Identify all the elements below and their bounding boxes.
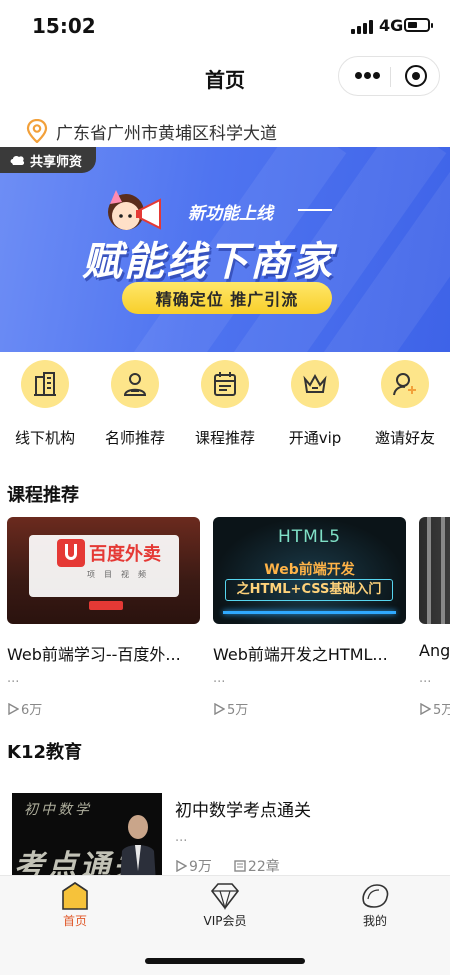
signal-icon — [351, 20, 375, 34]
quick-link-icon-bg — [291, 360, 339, 408]
thumbnail-calligraphy-small: 初中数学 — [24, 802, 92, 818]
course-carousel[interactable]: 百度外卖 项目视频 Web前端学习--百度外... ... 6万 HTML5 W… — [0, 517, 450, 722]
quick-link-label: 开通vip — [288, 429, 342, 447]
banner-tag: 共享师资 — [0, 147, 97, 173]
course-title: Ang — [419, 641, 450, 660]
teacher-icon — [123, 373, 147, 396]
course-desc: ... — [7, 671, 20, 686]
banner-headline: 赋能线下商家 — [82, 239, 334, 285]
course-plays: 6万 — [7, 699, 42, 718]
diamond-icon — [210, 883, 240, 911]
k12-section-title: K12教育 — [7, 742, 82, 763]
building-icon — [34, 372, 56, 396]
quick-link-courses[interactable]: 课程推荐 — [180, 357, 270, 457]
quick-link-icon-bg — [21, 360, 69, 408]
capsule-divider — [390, 67, 391, 87]
k12-course-title: 初中数学考点通关 — [175, 801, 311, 821]
tab-label: 我的 — [362, 914, 387, 928]
promo-banner[interactable]: 共享师资 新功能上线 赋能线下商家 精确定位 推广引流 — [0, 147, 450, 352]
banner-pill: 精确定位 推广引流 — [122, 282, 332, 314]
tab-label: VIP会员 — [203, 914, 247, 928]
courses-section-title: 课程推荐 — [7, 485, 79, 506]
course-thumbnail: 百度外卖 项目视频 — [7, 517, 200, 624]
location-address: 广东省广州市黄埔区科学大道 — [56, 123, 277, 144]
target-icon[interactable] — [405, 65, 427, 87]
course-plays-count: 5万 — [227, 703, 249, 718]
play-icon — [420, 702, 431, 715]
quick-link-label: 邀请好友 — [374, 429, 435, 447]
thumbnail-heading: HTML5 — [277, 527, 342, 547]
k12-course-plays: 9万 — [189, 859, 212, 875]
play-icon — [8, 702, 19, 715]
course-card[interactable]: 百度外卖 项目视频 Web前端学习--百度外... ... 6万 — [7, 517, 200, 718]
course-desc: ... — [419, 671, 432, 686]
calendar-icon — [214, 372, 236, 396]
home-icon — [62, 882, 88, 910]
tab-vip[interactable]: VIP会员 — [150, 876, 300, 936]
quick-links: 线下机构 名师推荐 课程推荐 开通vip 邀请好友 — [0, 357, 450, 457]
course-card[interactable]: Ang ... 5万 — [419, 517, 450, 718]
thumbnail-brand: 百度外卖 — [89, 544, 161, 565]
course-title: Web前端开发之HTML... — [213, 645, 388, 664]
quick-link-teachers[interactable]: 名师推荐 — [90, 357, 180, 457]
course-plays-count: 5万 — [433, 703, 450, 718]
location-bar[interactable]: 广东省广州市黄埔区科学大道 — [26, 118, 277, 144]
k12-course-meta: 9万 22章 — [175, 856, 280, 876]
network-label: 4G — [379, 16, 404, 35]
tab-profile[interactable]: 我的 — [300, 876, 450, 936]
play-icon — [214, 702, 225, 715]
chapters-icon — [234, 860, 246, 872]
thumbnail-panel: 百度外卖 项目视频 — [29, 535, 179, 597]
tab-label: 首页 — [62, 914, 87, 928]
tab-home[interactable]: 首页 — [0, 876, 150, 936]
course-thumbnail: HTML5 Web前端开发 之HTML+CSS基础入门 — [213, 517, 406, 624]
course-thumbnail — [419, 517, 450, 624]
course-plays: 5万 — [213, 699, 248, 718]
invite-friend-icon — [393, 373, 416, 396]
battery-icon — [404, 18, 433, 32]
banner-tag-label: 共享师资 — [30, 154, 83, 170]
k12-course-chapters: 22章 — [247, 859, 280, 875]
thumbnail-line-boxed: 之HTML+CSS基础入门 — [225, 579, 393, 601]
quick-link-icon-bg — [201, 360, 249, 408]
k12-course-thumbnail: 初中数学 考点通关 — [12, 793, 162, 883]
course-plays-count: 6万 — [21, 703, 43, 718]
status-time: 15:02 — [32, 14, 96, 38]
location-pin-icon — [26, 119, 48, 143]
quick-link-icon-bg — [381, 360, 429, 408]
baidu-waimai-logo-icon — [57, 539, 85, 567]
quick-link-offline-institutions[interactable]: 线下机构 — [0, 357, 90, 457]
teacher-photo — [120, 815, 156, 883]
mini-program-capsule — [338, 56, 440, 96]
thumbnail-line: Web前端开发 — [264, 562, 355, 578]
quick-link-invite[interactable]: 邀请好友 — [360, 357, 450, 457]
nav-bar: 首页 — [0, 54, 450, 100]
thumbnail-sub: 项目视频 — [87, 570, 155, 579]
crown-icon — [303, 373, 327, 393]
quick-link-icon-bg — [111, 360, 159, 408]
quick-link-vip[interactable]: 开通vip — [270, 357, 360, 457]
quick-link-label: 线下机构 — [14, 429, 75, 447]
course-plays: 5万 — [419, 699, 450, 718]
course-desc: ... — [213, 671, 226, 686]
status-bar: 15:02 4G — [0, 0, 450, 54]
course-card[interactable]: HTML5 Web前端开发 之HTML+CSS基础入门 Web前端开发之HTML… — [213, 517, 406, 718]
k12-course-item[interactable]: 初中数学 考点通关 初中数学考点通关 ... 9万 22章 — [0, 790, 450, 883]
thumbnail-red-tag — [89, 601, 123, 610]
thumbnail-glow-line — [223, 611, 396, 614]
play-icon — [176, 860, 187, 872]
cloud-logo-icon — [10, 155, 25, 165]
course-title: Web前端学习--百度外... — [7, 645, 181, 664]
quick-link-label: 名师推荐 — [104, 429, 165, 447]
k12-course-desc: ... — [175, 830, 188, 845]
more-dots-icon[interactable] — [355, 72, 380, 80]
banner-subtitle-line — [298, 209, 332, 211]
quick-link-label: 课程推荐 — [194, 429, 255, 447]
banner-subtitle: 新功能上线 — [188, 204, 273, 224]
profile-icon — [362, 884, 389, 908]
home-indicator — [145, 958, 305, 964]
